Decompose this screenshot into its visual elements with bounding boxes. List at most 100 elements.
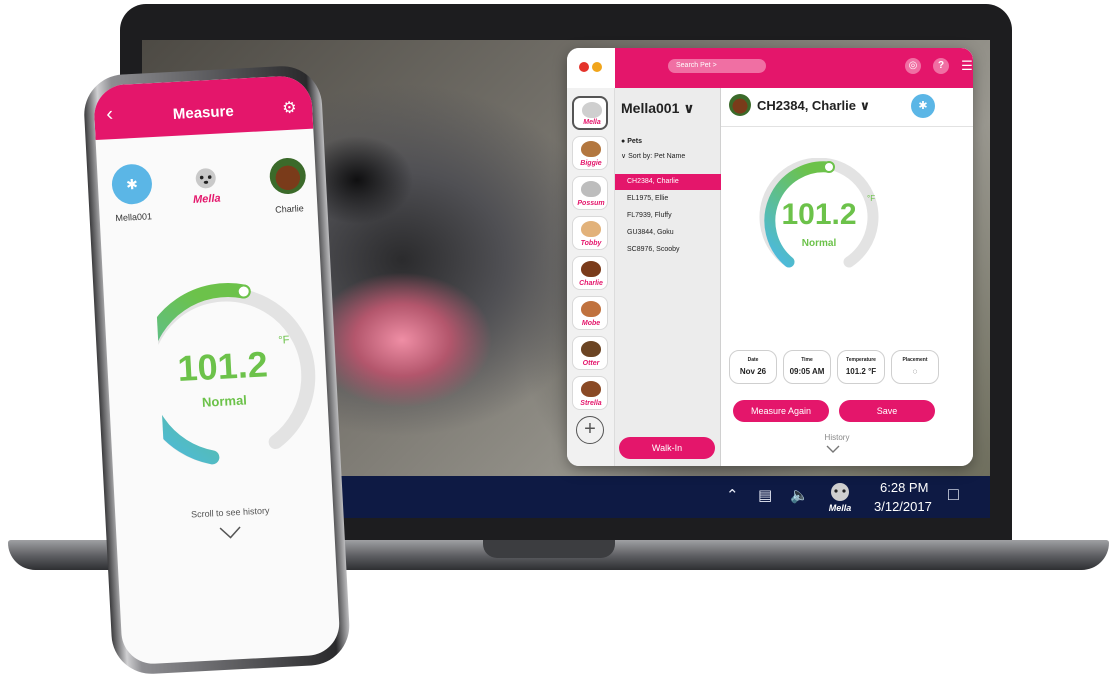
stat-date: Date Nov 26 — [729, 350, 777, 384]
device-name: Mella001 — [621, 100, 680, 116]
pet-avatar[interactable] — [268, 157, 307, 195]
rail-pet-name: Strella — [580, 400, 602, 407]
taskbar-clock[interactable]: 6:28 PM 3/12/2017 — [874, 478, 932, 516]
pet-list-item[interactable]: EL1975, Ellie — [615, 191, 721, 207]
clock-date: 3/12/2017 — [874, 499, 932, 514]
show-hidden-icons-icon[interactable]: ⌃ — [726, 486, 739, 504]
pet-avatar-rail: Mella Biggie Possum Tobby Charlie Mobe O… — [567, 88, 615, 466]
rail-pet-name: Otter — [582, 360, 600, 367]
rail-pet-biggie[interactable]: Biggie — [572, 136, 608, 170]
pet-face-icon — [581, 221, 601, 237]
tag-icon[interactable]: ◎ — [905, 58, 921, 74]
bluetooth-device-icon[interactable]: ✱ — [110, 163, 153, 206]
device-selector[interactable]: Mella001 ∨ — [621, 100, 695, 117]
stat-placement: Placement ◌ — [891, 350, 939, 384]
selected-pet-name: CH2384, Charlie — [757, 98, 856, 113]
pet-selector[interactable]: CH2384, Charlie ∨ — [757, 98, 870, 114]
add-pet-button[interactable]: + — [576, 416, 604, 444]
temperature-value: 101.2 — [176, 343, 269, 390]
sort-label: Sort by: Pet Name — [628, 153, 686, 160]
pet-avatar — [729, 94, 751, 116]
phone-title: Measure — [172, 102, 235, 123]
pet-label: Charlie — [274, 203, 304, 215]
laptop-hinge-notch — [483, 540, 615, 558]
mella-tray-icon[interactable]: Mella — [822, 480, 858, 514]
stat-label: Time — [801, 357, 813, 363]
pet-face-icon — [581, 381, 601, 397]
app-header-bar: Search Pet > ◎ ? ☰ — [615, 48, 973, 88]
rail-pet-charlie[interactable]: Charlie — [572, 256, 608, 290]
rail-pet-name: Mella — [583, 119, 601, 126]
mella-logo: Mella — [193, 168, 221, 206]
sort-dropdown[interactable]: ∨ Sort by: Pet Name — [621, 152, 685, 160]
temperature-gauge: 101.2 °F Normal — [757, 157, 881, 282]
rail-pet-tobby[interactable]: Tobby — [572, 216, 608, 250]
rail-pet-mobe[interactable]: Mobe — [572, 296, 608, 330]
placement-icon: ◌ — [912, 367, 918, 376]
pet-list-item[interactable]: CH2384, Charlie — [615, 174, 721, 190]
volume-icon[interactable]: 🔈 — [790, 486, 809, 504]
temperature-status: Normal — [801, 238, 837, 249]
pet-face-icon — [581, 141, 601, 157]
rail-pet-name: Tobby — [580, 240, 602, 247]
network-icon[interactable]: ▤ — [758, 486, 772, 504]
pet-list-item[interactable]: GU3844, Goku — [615, 225, 721, 241]
temperature-unit: °F — [278, 334, 290, 347]
pet-list-item[interactable]: FL7939, Fluffy — [615, 208, 721, 224]
pet-face-icon — [581, 181, 601, 197]
pet-list-pane: Mella001 ∨ ● Pets ∨ Sort by: Pet Name CH… — [615, 88, 721, 466]
marketing-scene: ⌃ ▤ 🔈 Mella 6:28 PM 3/12/2017 □ Search P… — [0, 0, 1109, 678]
stat-value: Nov 26 — [739, 367, 767, 376]
stat-label: Placement — [902, 357, 928, 363]
stat-time: Time 09:05 AM — [783, 350, 831, 384]
gear-icon[interactable]: ⚙ — [282, 97, 297, 118]
phone-header: ‹ Measure ⚙ — [92, 74, 314, 141]
walk-in-button[interactable]: Walk-In — [619, 437, 715, 459]
stat-label: Temperature — [846, 357, 876, 363]
rail-pet-mella[interactable]: Mella — [572, 96, 608, 130]
stat-label: Date — [747, 357, 759, 363]
chevron-down-icon: ∨ — [859, 98, 871, 113]
history-label: History — [824, 433, 850, 442]
bluetooth-device-icon[interactable]: ✱ — [911, 94, 935, 118]
rail-pet-possum[interactable]: Possum — [572, 176, 608, 210]
rail-pet-name: Possum — [577, 200, 605, 207]
temperature-unit: °F — [867, 194, 876, 203]
rail-pet-name: Biggie — [580, 160, 602, 167]
close-window-icon[interactable] — [579, 62, 589, 72]
action-center-icon[interactable]: □ — [948, 484, 959, 505]
save-button[interactable]: Save — [839, 400, 935, 422]
svg-text:Mella: Mella — [193, 193, 221, 206]
pet-face-icon — [581, 301, 601, 317]
smartphone: ‹ Measure ⚙ ✱ Mella001 Mella Charlie 101… — [82, 64, 352, 678]
scroll-hint: Scroll to see history — [190, 505, 270, 520]
rail-pet-strella[interactable]: Strella — [572, 376, 608, 410]
stat-value: 101.2 °F — [845, 367, 877, 376]
rail-pet-otter[interactable]: Otter — [572, 336, 608, 370]
measure-again-button[interactable]: Measure Again — [733, 400, 829, 422]
header-divider — [721, 126, 973, 127]
stat-temperature: Temperature 101.2 °F — [837, 350, 885, 384]
chevron-down-icon[interactable] — [218, 525, 243, 540]
minimize-window-icon[interactable] — [592, 62, 602, 72]
rail-pet-name: Charlie — [579, 280, 603, 287]
help-icon[interactable]: ? — [933, 58, 949, 74]
phone-screen: ‹ Measure ⚙ ✱ Mella001 Mella Charlie 101… — [92, 74, 341, 666]
device-label: Mella001 — [115, 211, 153, 224]
measurement-detail-pane: CH2384, Charlie ∨ ✱ 101.2 °F Normal Date… — [721, 88, 973, 466]
menu-icon[interactable]: ☰ — [959, 58, 973, 74]
pet-face-icon — [581, 261, 601, 277]
pets-heading: ● Pets — [621, 138, 642, 145]
svg-text:Mella: Mella — [829, 503, 852, 513]
pet-face-icon — [582, 102, 602, 118]
search-pet-input[interactable]: Search Pet > — [668, 59, 766, 73]
history-chevron-down-icon[interactable] — [826, 444, 840, 454]
mella-desktop-app: Search Pet > ◎ ? ☰ Mella Biggie Possum T… — [567, 48, 973, 466]
rail-pet-name: Mobe — [581, 320, 601, 327]
pets-label: Pets — [627, 138, 642, 145]
chevron-down-icon: ∨ — [683, 100, 695, 116]
pet-list-item[interactable]: SC8976, Scooby — [615, 242, 721, 258]
clock-time: 6:28 PM — [880, 480, 929, 495]
stat-value: 09:05 AM — [789, 367, 825, 376]
pet-face-icon — [581, 341, 601, 357]
